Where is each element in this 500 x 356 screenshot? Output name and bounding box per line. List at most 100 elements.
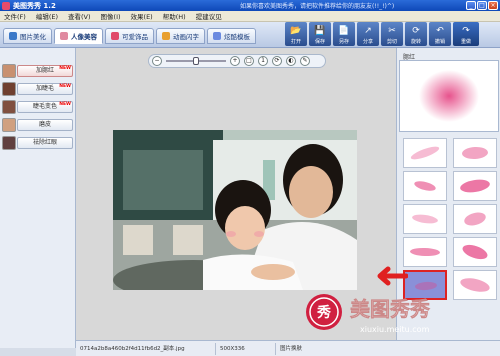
tool-label: 保存 — [314, 39, 325, 45]
eyelash-color-thumbnail — [2, 100, 16, 114]
title-bar: 美图秀秀 1.2 如果你喜欢美图秀秀，请把软件推荐给你的朋友友(!!_!)^) … — [0, 0, 500, 11]
toolbar: 📂 打开 💾 保存 📄 另存 ↗ 分享 ✂ 剪切 ⟳ 旋转 ↶ 撤销 ↷ 重做 — [285, 22, 479, 46]
brush-grid — [403, 138, 497, 300]
smooth-skin-button[interactable]: 磨皮 — [17, 119, 73, 131]
blush-brush-swatch[interactable] — [453, 171, 497, 201]
status-filename: 0714a2b8a460b2f4d11fb6d2_副本.jpg — [76, 342, 216, 355]
face-icon — [60, 32, 68, 40]
save-icon: 💾 — [314, 26, 326, 36]
red-arrow-icon — [377, 266, 408, 286]
svg-text:美图秀秀: 美图秀秀 — [350, 297, 430, 321]
window-title: 美图秀秀 1.2 — [13, 1, 56, 10]
tool-smooth-skin[interactable] — [2, 118, 16, 132]
watermark: 秀 美图秀秀 xiuxiu.meitu.com — [300, 288, 500, 344]
menu-file[interactable]: 文件(F) — [4, 11, 26, 21]
photo-canvas[interactable] — [113, 130, 357, 290]
red-eye-button[interactable]: 祛除红眼 — [17, 137, 73, 149]
tab-label: 动画闪字 — [173, 33, 199, 41]
new-badge: NEW — [59, 102, 71, 107]
blush-preview-shape — [419, 70, 479, 122]
menu-bar: 文件(F) 编辑(E) 查看(V) 图像(I) 效果(E) 帮助(H) 提建议见 — [0, 11, 500, 22]
eyelash-button[interactable]: 加睫毛 NEW — [17, 83, 73, 95]
blush-brush-swatch[interactable] — [403, 138, 447, 168]
tool-label: 打开 — [290, 39, 301, 45]
tab-picture-beautify[interactable]: 图片美化 — [3, 28, 52, 44]
menu-effects[interactable]: 效果(E) — [131, 11, 153, 21]
save-as-button[interactable]: 📄 另存 — [333, 22, 355, 46]
brand-watermark-logo: 秀 美图秀秀 xiuxiu.meitu.com — [306, 294, 430, 334]
smooth-skin-thumbnail — [2, 118, 16, 132]
tab-label: 人像美容 — [71, 33, 97, 41]
tab-animated-text[interactable]: 动画闪字 — [156, 28, 205, 44]
zoom-out-icon[interactable]: − — [152, 56, 162, 66]
status-action: 图片换肤 — [280, 345, 303, 352]
tool-label: 剪切 — [386, 39, 397, 45]
status-image-size: 500X336 — [216, 342, 276, 355]
scissors-icon: ✂ — [388, 26, 396, 36]
promo-text: 如果你喜欢美图秀秀，请把软件推荐给你的朋友友(!!_!)^) — [240, 3, 395, 10]
refresh-icon[interactable]: ⟳ — [272, 56, 282, 66]
blush-brush-swatch[interactable] — [453, 204, 497, 234]
zoom-bar: − + □ 1 ⟳ ◐ ✎ — [148, 54, 326, 68]
tool-label: 旋转 — [410, 39, 421, 45]
tool-eyelash-color[interactable] — [2, 100, 16, 114]
svg-text:秀: 秀 — [316, 304, 332, 321]
tab-label: 可爱饰品 — [122, 33, 148, 41]
crop-button[interactable]: ✂ 剪切 — [381, 22, 403, 46]
menu-feedback[interactable]: 提建议见 — [196, 11, 222, 21]
brush-preview — [399, 60, 499, 132]
undo-button[interactable]: ↶ 撤销 — [429, 22, 451, 46]
eyelash-thumbnail — [2, 82, 16, 96]
minimize-button[interactable]: _ — [466, 1, 476, 10]
eyelash-color-button[interactable]: 睫毛变色 NEW — [17, 101, 73, 113]
brush-icon[interactable]: ✎ — [300, 56, 310, 66]
picture-icon — [9, 32, 17, 40]
undo-icon: ↶ — [436, 26, 444, 36]
red-eye-thumbnail — [2, 136, 16, 150]
new-badge: NEW — [59, 66, 71, 71]
tool-label: 重做 — [460, 39, 471, 45]
blush-brush-swatch[interactable] — [453, 138, 497, 168]
menu-help[interactable]: 帮助(H) — [163, 11, 186, 21]
menu-image[interactable]: 图像(I) — [101, 11, 121, 21]
template-icon — [213, 32, 221, 40]
tab-cool-templates[interactable]: 炫酷模板 — [207, 28, 256, 44]
tab-cute-accessories[interactable]: 可爱饰品 — [105, 28, 154, 44]
share-button[interactable]: ↗ 分享 — [357, 22, 379, 46]
tool-label: 撤销 — [434, 39, 445, 45]
redo-button[interactable]: ↷ 重做 — [453, 22, 479, 46]
zoom-slider[interactable] — [166, 57, 226, 65]
maximize-button[interactable]: □ — [477, 1, 487, 10]
tab-portrait-beauty[interactable]: 人像美容 — [54, 28, 103, 44]
tool-blush[interactable] — [2, 64, 16, 78]
save-as-icon: 📄 — [338, 26, 350, 36]
blush-thumbnail — [2, 64, 16, 78]
heart-icon — [111, 32, 119, 40]
tool-red-eye[interactable] — [2, 136, 16, 150]
svg-text:xiuxiu.meitu.com: xiuxiu.meitu.com — [360, 325, 430, 334]
close-button[interactable]: × — [488, 1, 498, 10]
zoom-in-icon[interactable]: + — [230, 56, 240, 66]
app-logo-icon — [2, 1, 10, 10]
zoom-slider-knob[interactable] — [193, 57, 199, 65]
tab-label: 图片美化 — [20, 33, 46, 41]
compare-icon[interactable]: ◐ — [286, 56, 296, 66]
blush-brush-swatch[interactable] — [453, 237, 497, 267]
new-badge: NEW — [59, 84, 71, 89]
blush-button[interactable]: 加腮红 NEW — [17, 65, 73, 77]
blush-brush-swatch[interactable] — [403, 171, 447, 201]
tab-label: 炫酷模板 — [224, 33, 250, 41]
blush-brush-swatch[interactable] — [403, 204, 447, 234]
rotate-button[interactable]: ⟳ 旋转 — [405, 22, 427, 46]
save-button[interactable]: 💾 保存 — [309, 22, 331, 46]
tool-eyelash[interactable] — [2, 82, 16, 96]
share-icon: ↗ — [364, 26, 372, 36]
tool-label: 另存 — [338, 39, 349, 45]
sparkle-icon — [162, 32, 170, 40]
blush-brush-swatch[interactable] — [403, 237, 447, 267]
fit-window-icon[interactable]: □ — [244, 56, 254, 66]
menu-view[interactable]: 查看(V) — [68, 11, 91, 21]
open-button[interactable]: 📂 打开 — [285, 22, 307, 46]
menu-edit[interactable]: 编辑(E) — [36, 11, 58, 21]
actual-size-icon[interactable]: 1 — [258, 56, 268, 66]
